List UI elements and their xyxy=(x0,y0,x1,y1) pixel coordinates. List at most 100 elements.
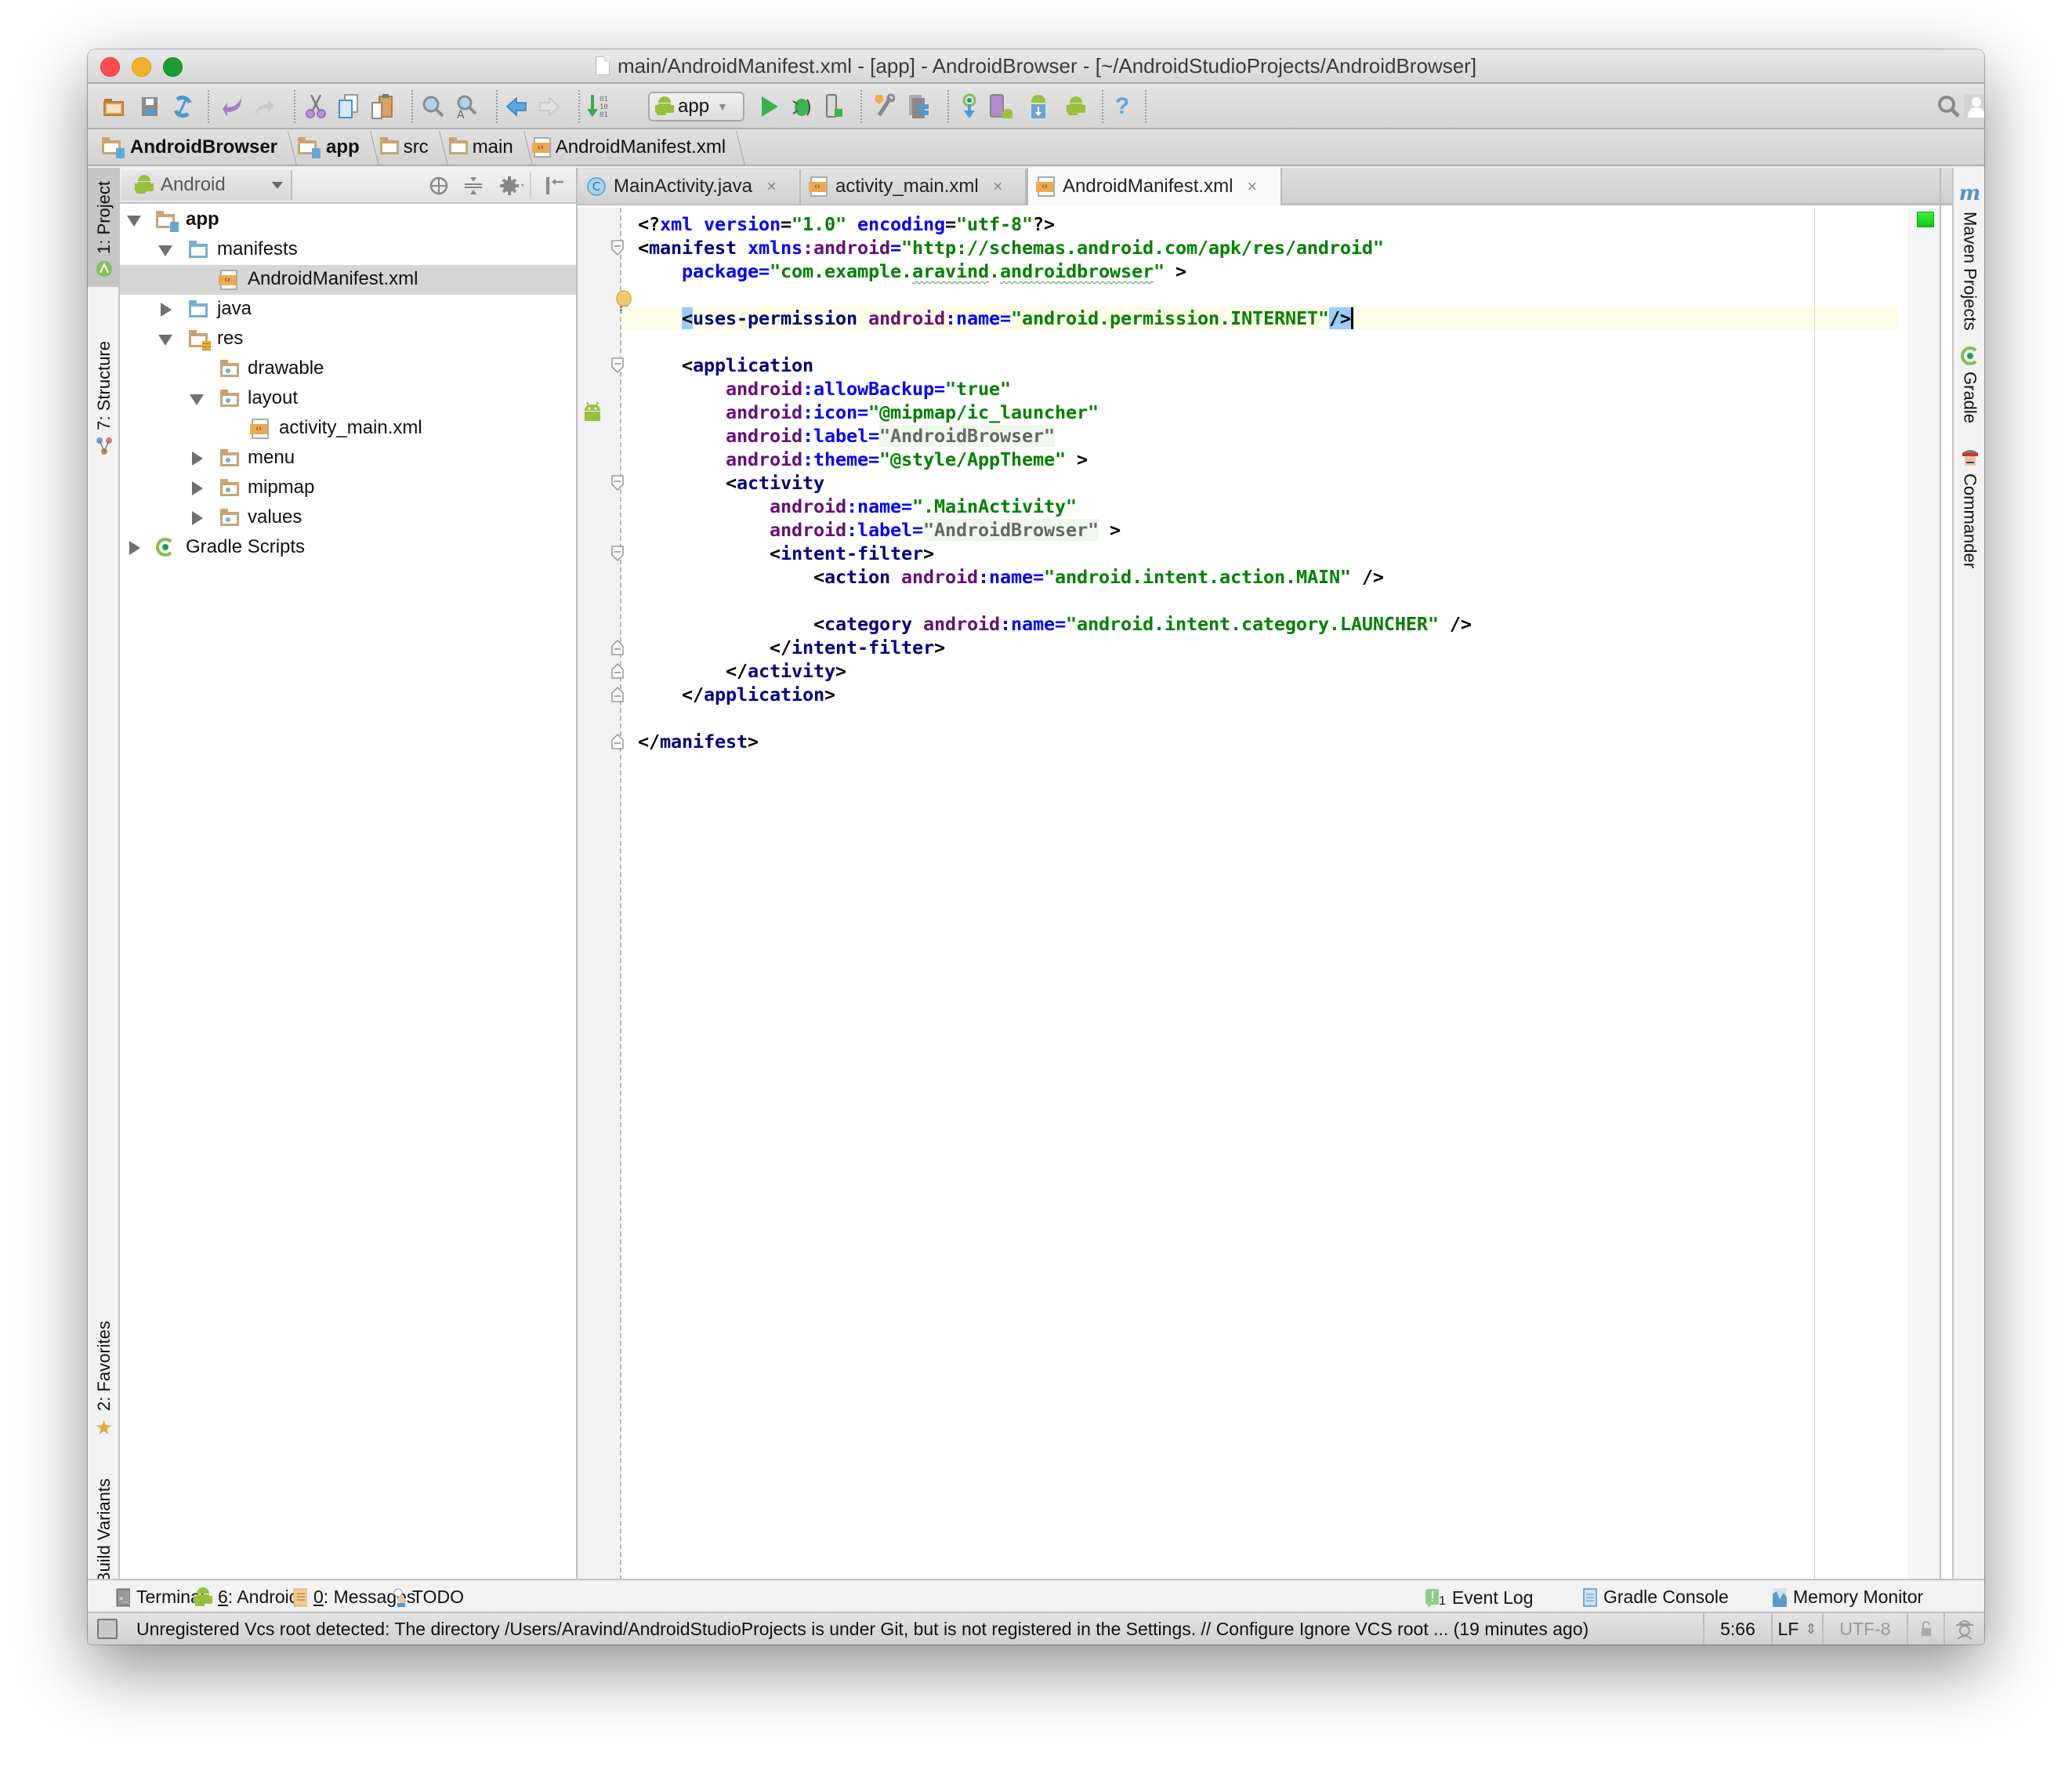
expand-toggle[interactable] xyxy=(126,540,142,556)
tree-item-gradle-scripts[interactable]: Gradle Scripts xyxy=(120,533,576,563)
tree-item-layout[interactable]: layout xyxy=(120,384,576,414)
undo-icon[interactable] xyxy=(221,95,245,118)
breadcrumb-item-main[interactable]: main xyxy=(441,129,526,165)
tool-tab-structure[interactable]: 7: Structure xyxy=(88,305,120,462)
tool-window-todo[interactable]: TODO xyxy=(392,1587,464,1608)
code-line[interactable] xyxy=(638,330,1472,354)
run-config-dropdown[interactable]: app ▼ xyxy=(648,92,744,122)
code-line[interactable]: </manifest> xyxy=(638,730,1472,753)
tool-window-gradle-console[interactable]: Gradle Console xyxy=(1583,1587,1729,1608)
replace-icon[interactable]: A xyxy=(455,95,478,119)
breadcrumb-item-manifest[interactable]: AndroidManifest.xml xyxy=(526,129,738,165)
tree-item-java[interactable]: java xyxy=(120,295,576,325)
tab-androidmanifest-xml[interactable]: AndroidManifest.xml × xyxy=(1027,168,1282,205)
code-line[interactable]: <category android:name="android.intent.c… xyxy=(638,612,1472,636)
lock-icon[interactable] xyxy=(1907,1613,1943,1645)
code-line[interactable]: </application> xyxy=(638,683,1472,706)
search-everywhere-icon[interactable] xyxy=(1937,95,1961,118)
expand-toggle[interactable] xyxy=(189,481,205,496)
avd-manager-icon[interactable] xyxy=(989,94,1012,118)
toggle-tool-windows-button[interactable] xyxy=(97,1619,118,1639)
attach-debugger-icon[interactable] xyxy=(823,94,846,118)
code-line[interactable]: <uses-permission android:name="android.p… xyxy=(638,306,1472,330)
find-icon[interactable] xyxy=(422,95,445,118)
breadcrumb-item-app[interactable]: app xyxy=(290,129,372,165)
expand-toggle[interactable] xyxy=(189,391,205,407)
code-line[interactable]: </activity> xyxy=(638,659,1472,683)
inspection-ok-icon[interactable] xyxy=(1917,212,1934,227)
android-device-monitor-icon[interactable] xyxy=(1064,95,1088,118)
cut-icon[interactable] xyxy=(304,94,328,118)
expand-toggle[interactable] xyxy=(158,332,173,347)
project-structure-icon[interactable] xyxy=(871,93,895,118)
project-view-dropdown[interactable]: Android xyxy=(121,170,292,200)
android-manifest-icon[interactable] xyxy=(582,401,603,426)
user-icon[interactable] xyxy=(1964,94,1984,119)
tree-item-drawable[interactable]: drawable xyxy=(120,354,576,384)
tree-item-app[interactable]: app xyxy=(120,205,576,235)
code-line[interactable]: android:label="AndroidBrowser" > xyxy=(638,518,1472,542)
tool-tab-gradle[interactable]: Gradle xyxy=(1954,346,1984,423)
tool-window-android[interactable]: 6: Android xyxy=(194,1587,299,1608)
help-icon[interactable]: ? xyxy=(1110,95,1134,118)
copy-icon[interactable] xyxy=(337,94,360,118)
code-text[interactable]: <?xml version="1.0" encoding="utf-8"?> <m… xyxy=(638,212,1472,753)
code-line[interactable]: <intent-filter> xyxy=(638,542,1472,565)
tree-item-androidmanifest[interactable]: AndroidManifest.xml xyxy=(120,265,576,295)
tree-item-values[interactable]: values xyxy=(120,503,576,533)
close-tab-icon[interactable]: × xyxy=(766,176,777,197)
expand-toggle[interactable] xyxy=(158,302,173,317)
code-line[interactable] xyxy=(638,706,1472,730)
hide-panel-icon[interactable] xyxy=(543,174,567,198)
sdk-manager-icon[interactable] xyxy=(906,95,929,118)
code-line[interactable]: </intent-filter> xyxy=(638,636,1472,659)
code-line[interactable]: android:label="AndroidBrowser" xyxy=(638,424,1472,448)
run-icon[interactable] xyxy=(758,95,781,118)
tab-mainactivity-java[interactable]: C MainActivity.java × xyxy=(578,169,801,204)
line-separator-selector[interactable]: LF ⇕ xyxy=(1771,1613,1822,1645)
code-line[interactable] xyxy=(638,283,1472,306)
gear-icon[interactable] xyxy=(500,174,523,198)
code-line[interactable]: <?xml version="1.0" encoding="utf-8"?> xyxy=(638,212,1472,236)
expand-toggle[interactable] xyxy=(189,510,205,526)
code-editor[interactable]: <?xml version="1.0" encoding="utf-8"?> <m… xyxy=(622,208,1907,1588)
expand-toggle[interactable] xyxy=(158,242,173,258)
close-tab-icon[interactable]: × xyxy=(1247,176,1257,197)
make-project-icon[interactable]: 01 10 01 xyxy=(586,95,610,119)
code-line[interactable]: package="com.example.aravind.androidbrow… xyxy=(638,259,1472,283)
collapse-all-icon[interactable] xyxy=(462,174,485,198)
code-line[interactable]: <activity xyxy=(638,471,1472,495)
code-line[interactable]: android:icon="@mipmap/ic_launcher" xyxy=(638,401,1472,424)
tree-item-manifests[interactable]: manifests xyxy=(120,235,576,265)
tree-item-res[interactable]: res xyxy=(120,325,576,354)
forward-icon[interactable] xyxy=(537,95,560,118)
tree-item-mipmap[interactable]: mipmap xyxy=(120,473,576,503)
tool-window-event-log[interactable]: 1 Event Log xyxy=(1425,1587,1534,1609)
scroll-from-source-icon[interactable] xyxy=(427,174,451,198)
code-line[interactable]: android:name=".MainActivity" xyxy=(638,495,1472,518)
paste-icon[interactable] xyxy=(370,94,393,119)
inspector-icon[interactable] xyxy=(1943,1613,1984,1645)
sdk-download-icon[interactable] xyxy=(1027,95,1050,118)
code-line[interactable]: android:allowBackup="true" xyxy=(638,377,1472,401)
open-folder-icon[interactable] xyxy=(102,95,125,118)
tool-window-memory-monitor[interactable]: Memory Monitor xyxy=(1773,1587,1923,1608)
breadcrumb-item-project[interactable]: AndroidBrowser xyxy=(102,129,290,165)
tool-tab-project[interactable]: 1: Project xyxy=(88,168,120,287)
tool-window-terminal[interactable]: >_ Terminal xyxy=(116,1587,205,1608)
caret-position[interactable]: 5:66 xyxy=(1703,1613,1771,1645)
breadcrumb-item-src[interactable]: src xyxy=(372,129,441,165)
code-line[interactable]: <manifest xmlns:android="http://schemas.… xyxy=(638,236,1472,259)
redo-icon[interactable] xyxy=(252,95,276,118)
code-line[interactable] xyxy=(638,589,1472,612)
close-tab-icon[interactable]: × xyxy=(993,176,1003,197)
expand-toggle[interactable] xyxy=(126,212,142,228)
tool-tab-maven-projects[interactable]: m Maven Projects xyxy=(1954,182,1984,331)
back-icon[interactable] xyxy=(505,95,529,118)
code-line[interactable]: <action android:name="android.intent.act… xyxy=(638,565,1472,589)
debug-icon[interactable] xyxy=(790,95,813,118)
tool-tab-commander[interactable]: Commander xyxy=(1954,448,1984,568)
save-icon[interactable] xyxy=(138,95,161,118)
tool-tab-favorites[interactable]: ★ 2: Favorites xyxy=(88,1304,120,1438)
encoding-selector[interactable]: UTF-8 xyxy=(1822,1613,1907,1645)
